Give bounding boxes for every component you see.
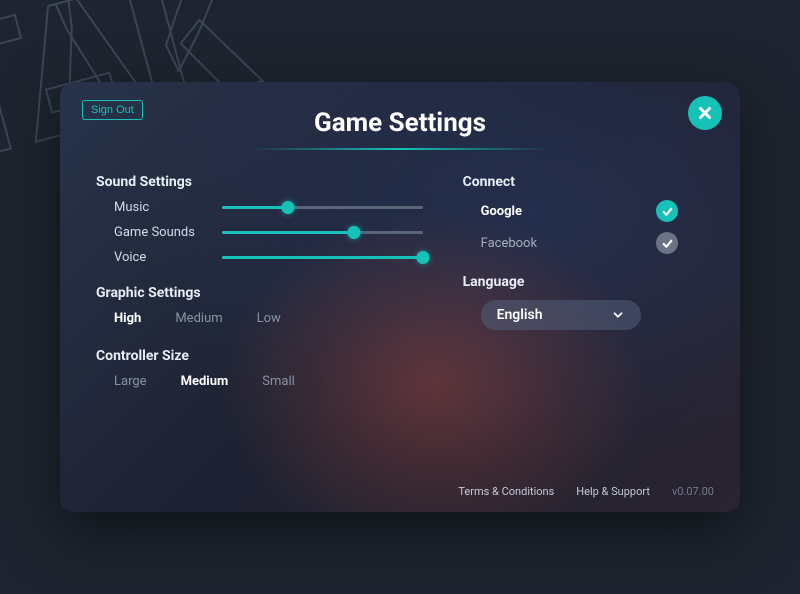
- graphic-option-medium[interactable]: Medium: [175, 311, 222, 326]
- slider-thumb[interactable]: [416, 251, 429, 264]
- graphic-heading: Graphic Settings: [96, 285, 423, 301]
- sound-heading: Sound Settings: [96, 174, 423, 190]
- slider-row-game-sounds: Game Sounds: [96, 225, 423, 240]
- page-title: Game Settings: [90, 108, 710, 138]
- slider-label: Voice: [114, 250, 222, 265]
- version-label: v0.07.00: [672, 485, 714, 498]
- close-icon: [696, 104, 714, 122]
- slider-label: Music: [114, 200, 222, 215]
- connect-toggle-google[interactable]: [656, 200, 678, 222]
- slider-label: Game Sounds: [114, 225, 222, 240]
- sign-out-button[interactable]: Sign Out: [82, 100, 143, 120]
- slider-game-sounds[interactable]: [222, 226, 423, 240]
- connect-heading: Connect: [463, 174, 704, 190]
- graphic-option-high[interactable]: High: [114, 311, 141, 326]
- footer: Terms & Conditions Help & Support v0.07.…: [458, 485, 714, 498]
- check-icon: [661, 205, 674, 218]
- settings-panel: Sign Out Game Settings Sound Settings Mu…: [60, 82, 740, 512]
- language-selected: English: [497, 307, 543, 323]
- connect-label: Google: [481, 204, 522, 219]
- slider-row-music: Music: [96, 200, 423, 215]
- controller-heading: Controller Size: [96, 348, 423, 364]
- graphic-option-low[interactable]: Low: [257, 311, 281, 326]
- title-divider: [250, 148, 550, 150]
- connect-row-facebook: Facebook: [463, 232, 704, 254]
- controller-option-large[interactable]: Large: [114, 374, 147, 389]
- connect-toggle-facebook[interactable]: [656, 232, 678, 254]
- connect-row-google: Google: [463, 200, 704, 222]
- chevron-down-icon: [611, 308, 625, 322]
- controller-option-medium[interactable]: Medium: [181, 374, 229, 389]
- language-select[interactable]: English: [481, 300, 641, 330]
- slider-thumb[interactable]: [282, 201, 295, 214]
- slider-thumb[interactable]: [348, 226, 361, 239]
- slider-music[interactable]: [222, 201, 423, 215]
- terms-link[interactable]: Terms & Conditions: [458, 485, 554, 498]
- help-link[interactable]: Help & Support: [576, 485, 650, 498]
- close-button[interactable]: [688, 96, 722, 130]
- slider-row-voice: Voice: [96, 250, 423, 265]
- connect-label: Facebook: [481, 236, 537, 251]
- check-icon: [661, 237, 674, 250]
- controller-option-small[interactable]: Small: [262, 374, 295, 389]
- language-heading: Language: [463, 274, 704, 290]
- slider-voice[interactable]: [222, 251, 423, 265]
